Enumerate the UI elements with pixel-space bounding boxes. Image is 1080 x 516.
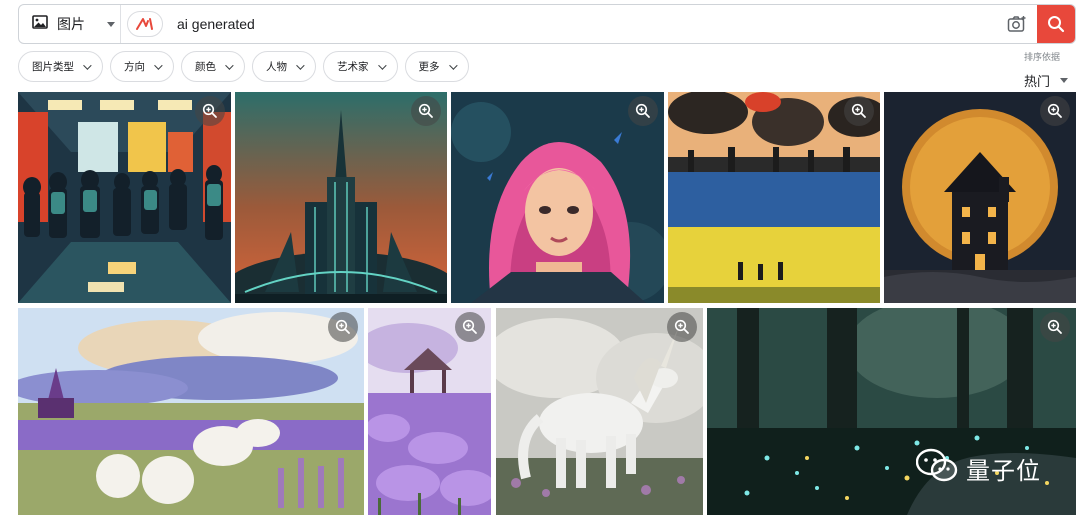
filter-artist[interactable]: 艺术家: [323, 51, 398, 82]
result-thumbnail: [235, 92, 447, 303]
result-image-students-hallway[interactable]: [18, 92, 231, 303]
result-image-haunted-house-moon[interactable]: [884, 92, 1076, 303]
zoom-in-icon[interactable]: [455, 312, 485, 342]
chevron-down-icon: [448, 60, 458, 70]
filter-more[interactable]: 更多: [404, 51, 469, 82]
filter-people[interactable]: 人物: [252, 51, 316, 82]
sort-value: 热门: [1024, 74, 1051, 89]
watermark-text: 量子位: [966, 457, 1041, 485]
search-bar: 图片: [18, 4, 1076, 44]
image-type-dropdown[interactable]: 图片: [19, 5, 121, 43]
chevron-down-icon: [83, 60, 92, 70]
result-image-pink-hair-girl[interactable]: [451, 92, 664, 303]
filter-label: 颜色: [195, 61, 216, 73]
watermark: 量子位: [915, 448, 1041, 489]
zoom-in-icon[interactable]: [1040, 96, 1070, 126]
result-image-art-deco-tower[interactable]: [235, 92, 447, 303]
result-thumbnail: [18, 92, 231, 303]
filter-bar: 图片类型 方向 颜色 人物 艺术家 更多: [18, 51, 469, 82]
zoom-in-icon[interactable]: [411, 96, 441, 126]
zoom-in-icon[interactable]: [667, 312, 697, 342]
sort-label: 排序依据: [1024, 52, 1061, 62]
ai-brand-logo-icon[interactable]: [127, 11, 163, 37]
filter-label: 方向: [124, 61, 145, 73]
result-image-ukraine-flag-field[interactable]: [668, 92, 880, 303]
camera-search-icon[interactable]: [997, 5, 1037, 43]
image-icon: [32, 14, 48, 34]
filter-label: 人物: [266, 61, 287, 73]
search-button[interactable]: [1037, 5, 1075, 43]
zoom-in-icon[interactable]: [628, 96, 658, 126]
filter-label: 艺术家: [337, 61, 369, 73]
filter-orientation[interactable]: 方向: [110, 51, 174, 82]
filter-image-type[interactable]: 图片类型: [18, 51, 103, 82]
sort-dropdown[interactable]: 热门: [1024, 71, 1072, 90]
result-thumbnail: [18, 308, 364, 515]
result-thumbnail: [668, 92, 880, 303]
caret-down-icon: [107, 21, 115, 27]
chevron-down-icon: [225, 60, 234, 70]
result-image-lavender-gazebo[interactable]: [368, 308, 491, 515]
filter-label: 更多: [418, 61, 440, 73]
chevron-down-icon: [154, 60, 163, 70]
image-type-label: 图片: [57, 16, 85, 32]
search-icon: [1048, 16, 1065, 33]
result-thumbnail: [496, 308, 703, 515]
caret-down-icon: [1060, 78, 1069, 83]
filter-label: 图片类型: [32, 61, 74, 73]
filter-color[interactable]: 颜色: [181, 51, 245, 82]
chevron-down-icon: [296, 60, 305, 70]
result-image-lavender-field-watercolor[interactable]: [18, 308, 364, 515]
zoom-in-icon[interactable]: [328, 312, 358, 342]
result-image-white-unicorn[interactable]: [496, 308, 703, 515]
sort-control: 排序依据 热门: [1024, 50, 1072, 90]
wechat-logo-icon: [915, 448, 958, 489]
zoom-in-icon[interactable]: [1040, 312, 1070, 342]
result-thumbnail: [451, 92, 664, 303]
search-input[interactable]: [177, 16, 997, 32]
zoom-in-icon[interactable]: [844, 96, 874, 126]
zoom-in-icon[interactable]: [195, 96, 225, 126]
chevron-down-icon: [377, 60, 387, 70]
